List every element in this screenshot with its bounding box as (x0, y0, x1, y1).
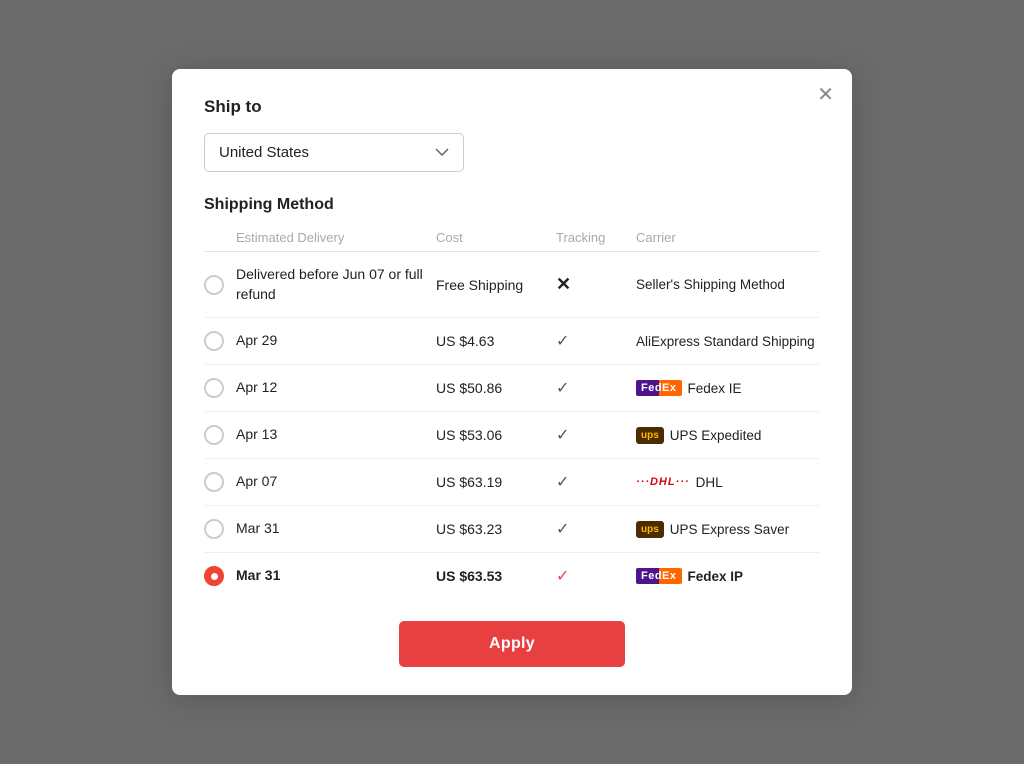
cost: US $63.23 (436, 521, 556, 537)
ups-logo-icon: ups (636, 427, 664, 444)
tracking-indicator: ✓ (556, 472, 636, 492)
tracking-indicator: ✓ (556, 378, 636, 398)
delivery-date: Mar 31 (236, 566, 436, 586)
header-cost: Cost (436, 230, 556, 245)
fedex-logo-icon: FedEx (636, 380, 682, 396)
table-row[interactable]: Mar 31US $63.53✓FedEx Fedex IP (204, 553, 820, 599)
table-header: Estimated Delivery Cost Tracking Carrier (204, 226, 820, 252)
delivery-date: Apr 07 (236, 472, 436, 492)
cost: US $50.86 (436, 380, 556, 396)
table-row[interactable]: Apr 29US $4.63✓AliExpress Standard Shipp… (204, 318, 820, 365)
shipping-rows-container: Delivered before Jun 07 or full refundFr… (204, 252, 820, 599)
carrier-name: UPS Express Saver (670, 522, 789, 537)
apply-button[interactable]: Apply (399, 621, 625, 667)
radio-button[interactable] (204, 472, 224, 492)
cost: Free Shipping (436, 277, 556, 293)
header-carrier: Carrier (636, 230, 820, 245)
tracking-indicator: ✕ (556, 274, 636, 295)
ups-logo-icon: ups (636, 521, 664, 538)
radio-button[interactable] (204, 331, 224, 351)
table-row[interactable]: Apr 07US $63.19✓···DHL··· DHL (204, 459, 820, 506)
table-row[interactable]: Apr 12US $50.86✓FedEx Fedex IE (204, 365, 820, 412)
carrier-name: UPS Expedited (670, 428, 762, 443)
carrier: ups UPS Express Saver (636, 521, 820, 538)
carrier: FedEx Fedex IP (636, 568, 820, 584)
tracking-indicator: ✓ (556, 425, 636, 445)
cost: US $4.63 (436, 333, 556, 349)
tracking-indicator: ✓ (556, 566, 636, 586)
carrier-name: Fedex IE (688, 381, 742, 396)
carrier-name: Fedex IP (688, 569, 744, 584)
country-select-wrap: United StatesCanadaUnited KingdomAustral… (204, 133, 820, 172)
radio-button[interactable] (204, 519, 224, 539)
shipping-method-title: Shipping Method (204, 196, 820, 214)
dhl-logo-icon: ···DHL··· (636, 476, 690, 488)
delivery-date: Apr 29 (236, 331, 436, 351)
header-tracking: Tracking (556, 230, 636, 245)
ship-to-title: Ship to (204, 97, 820, 117)
carrier: AliExpress Standard Shipping (636, 334, 820, 349)
shipping-modal: ✕ Ship to United StatesCanadaUnited King… (172, 69, 852, 695)
carrier: ···DHL··· DHL (636, 475, 820, 490)
fedex-logo-icon: FedEx (636, 568, 682, 584)
radio-button[interactable] (204, 378, 224, 398)
delivery-date: Apr 12 (236, 378, 436, 398)
delivery-date: Mar 31 (236, 519, 436, 539)
close-button[interactable]: ✕ (817, 85, 834, 105)
apply-button-wrap: Apply (204, 621, 820, 667)
carrier: ups UPS Expedited (636, 427, 820, 444)
country-select[interactable]: United StatesCanadaUnited KingdomAustral… (204, 133, 464, 172)
table-row[interactable]: Mar 31US $63.23✓ups UPS Express Saver (204, 506, 820, 553)
cost: US $53.06 (436, 427, 556, 443)
cost: US $63.19 (436, 474, 556, 490)
carrier: FedEx Fedex IE (636, 380, 820, 396)
tracking-indicator: ✓ (556, 331, 636, 351)
cost: US $63.53 (436, 568, 556, 584)
table-row[interactable]: Apr 13US $53.06✓ups UPS Expedited (204, 412, 820, 459)
carrier-name: Seller's Shipping Method (636, 277, 785, 292)
radio-button[interactable] (204, 275, 224, 295)
carrier-name: DHL (696, 475, 723, 490)
carrier: Seller's Shipping Method (636, 277, 820, 292)
delivery-date: Apr 13 (236, 425, 436, 445)
carrier-name: AliExpress Standard Shipping (636, 334, 815, 349)
header-radio (204, 230, 236, 245)
table-row[interactable]: Delivered before Jun 07 or full refundFr… (204, 252, 820, 318)
tracking-indicator: ✓ (556, 519, 636, 539)
header-delivery: Estimated Delivery (236, 230, 436, 245)
radio-button[interactable] (204, 566, 224, 586)
radio-button[interactable] (204, 425, 224, 445)
delivery-date: Delivered before Jun 07 or full refund (236, 265, 436, 304)
